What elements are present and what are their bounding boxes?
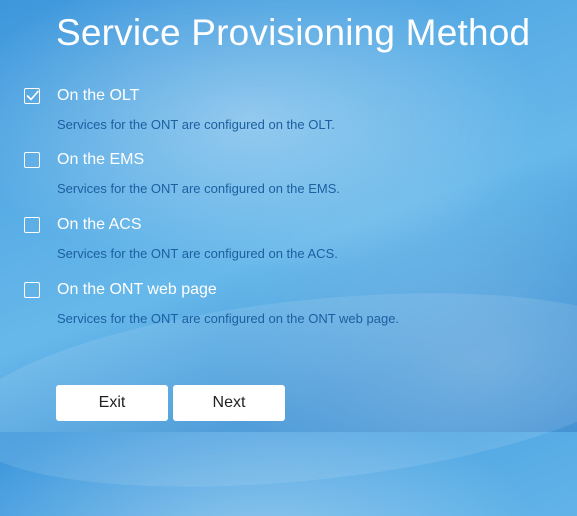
option-ems-label: On the EMS [57, 151, 145, 168]
next-button[interactable]: Next [173, 385, 285, 421]
option-acs-label: On the ACS [57, 216, 142, 233]
check-icon [26, 90, 39, 101]
option-ont-web-page-checkbox[interactable] [24, 282, 40, 298]
option-olt-row[interactable]: On the OLT [24, 85, 564, 107]
exit-button[interactable]: Exit [56, 385, 168, 421]
page-title: Service Provisioning Method [56, 12, 531, 53]
option-ont-web-page-label: On the ONT web page [57, 281, 217, 298]
option-acs-row[interactable]: On the ACS [24, 214, 564, 236]
option-olt-label: On the OLT [57, 87, 140, 104]
option-acs: On the ACS Services for the ONT are conf… [24, 214, 564, 261]
option-ems: On the EMS Services for the ONT are conf… [24, 149, 564, 196]
option-ems-description: Services for the ONT are configured on t… [57, 181, 341, 196]
option-ems-row[interactable]: On the EMS [24, 149, 564, 171]
option-ont-web-page-row[interactable]: On the ONT web page [24, 279, 564, 301]
option-olt: On the OLT Services for the ONT are conf… [24, 85, 564, 132]
option-olt-checkbox[interactable] [24, 88, 40, 104]
option-acs-description: Services for the ONT are configured on t… [57, 246, 338, 261]
option-acs-checkbox[interactable] [24, 217, 40, 233]
option-ems-checkbox[interactable] [24, 152, 40, 168]
option-ont-web-page-description: Services for the ONT are configured on t… [57, 311, 400, 326]
option-olt-description: Services for the ONT are configured on t… [57, 117, 335, 132]
option-ont-web-page: On the ONT web page Services for the ONT… [24, 279, 564, 326]
